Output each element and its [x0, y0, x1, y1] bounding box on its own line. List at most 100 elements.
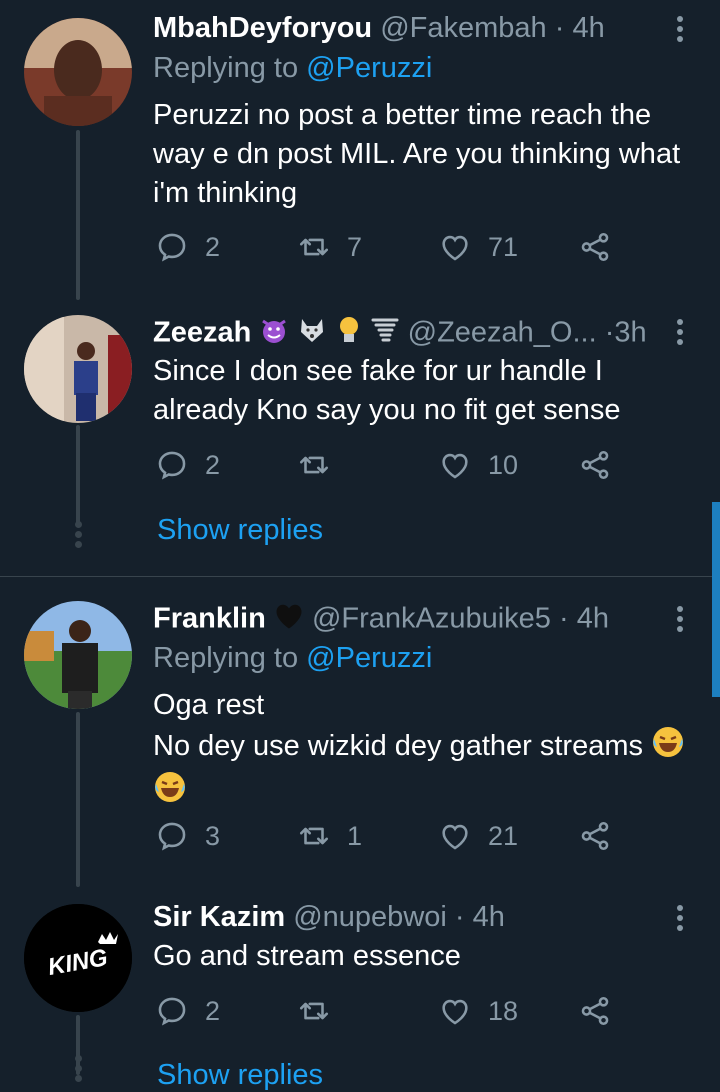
reply-button[interactable]: 2: [155, 448, 220, 482]
laughing-emoji-icon: [651, 725, 685, 770]
heart-icon: [438, 819, 472, 853]
action-bar: 2 10: [155, 448, 625, 488]
share-button[interactable]: [578, 230, 628, 264]
display-name[interactable]: Sir Kazim: [153, 901, 285, 933]
separator-dot: ·: [454, 901, 465, 933]
like-count: 10: [488, 449, 519, 480]
tweet[interactable]: Zeezah @Zeezah_O... ·3h Since I don see …: [0, 300, 720, 575]
avatar[interactable]: [24, 601, 132, 709]
retweet-button[interactable]: 7: [297, 230, 362, 264]
reply-to-link[interactable]: @Peruzzi: [306, 642, 432, 674]
reply-button[interactable]: 2: [155, 230, 220, 264]
show-replies-link[interactable]: Show replies: [157, 514, 323, 547]
reply-icon: [155, 994, 189, 1028]
share-icon: [578, 819, 612, 853]
reply-icon: [155, 230, 189, 264]
avatar[interactable]: KING: [24, 904, 132, 1012]
replying-to: Replying to @Peruzzi: [153, 642, 433, 674]
heart-icon: [438, 448, 472, 482]
retweet-button[interactable]: [297, 994, 347, 1028]
thread-continuation-dots: [73, 518, 83, 551]
devil-emoji-icon: [259, 315, 289, 353]
like-count: 71: [488, 231, 519, 262]
retweet-icon: [297, 819, 331, 853]
retweet-icon: [297, 230, 331, 264]
reply-button[interactable]: 2: [155, 994, 220, 1028]
tweet[interactable]: Franklin @FrankAzubuike5 · 4h Replying t…: [0, 577, 720, 887]
tweet[interactable]: MbahDeyforyou @Fakembah · 4h Replying to…: [0, 0, 720, 300]
handle[interactable]: @FrankAzubuike5: [312, 603, 551, 635]
display-name[interactable]: Zeezah: [153, 317, 251, 349]
tweet-header: Zeezah @Zeezah_O... ·3h: [153, 315, 647, 353]
share-icon: [578, 448, 612, 482]
laughing-emoji-icon: [153, 770, 187, 815]
timestamp[interactable]: 4h: [577, 603, 609, 635]
black-heart-emoji-icon: [274, 602, 304, 638]
reply-button[interactable]: 3: [155, 819, 220, 853]
reply-icon: [155, 448, 189, 482]
action-bar: 2 18: [155, 994, 625, 1034]
thread-line: [76, 425, 80, 525]
display-name[interactable]: MbahDeyforyou: [153, 12, 372, 44]
retweet-icon: [297, 448, 331, 482]
like-button[interactable]: 71: [438, 230, 518, 264]
reply-count: 2: [205, 995, 221, 1026]
avatar[interactable]: [24, 315, 132, 423]
like-count: 18: [488, 995, 519, 1026]
handle[interactable]: @nupebwoi: [293, 901, 447, 933]
separator-dot: ·: [604, 316, 615, 349]
thread-line: [76, 712, 80, 887]
heart-icon: [438, 994, 472, 1028]
action-bar: 3 1 21: [155, 819, 625, 859]
show-replies-link[interactable]: Show replies: [157, 1059, 323, 1092]
more-vertical-icon[interactable]: [668, 315, 692, 351]
timestamp[interactable]: 4h: [473, 901, 505, 933]
like-button[interactable]: 21: [438, 819, 518, 853]
tweet-text: Go and stream essence: [153, 940, 461, 972]
handle[interactable]: @Fakembah: [380, 12, 546, 44]
reply-icon: [155, 819, 189, 853]
timestamp[interactable]: 3h: [614, 317, 646, 349]
avatar[interactable]: [24, 18, 132, 126]
retweet-button[interactable]: 1: [297, 819, 362, 853]
separator-dot: ·: [554, 12, 565, 44]
share-button[interactable]: [578, 994, 628, 1028]
action-bar: 2 7 71: [155, 230, 625, 270]
display-name[interactable]: Franklin: [153, 603, 266, 635]
reply-count: 3: [205, 820, 221, 851]
timestamp[interactable]: 4h: [572, 12, 604, 44]
scrollbar[interactable]: [712, 502, 720, 697]
retweet-count: 1: [347, 820, 363, 851]
retweet-button[interactable]: [297, 448, 347, 482]
tweet-text: Since I don see fake for ur handle I alr…: [153, 355, 621, 426]
like-button[interactable]: 10: [438, 448, 518, 482]
reply-to-link[interactable]: @Peruzzi: [306, 52, 432, 84]
tweet-header: Franklin @FrankAzubuike5 · 4h: [153, 602, 609, 638]
share-button[interactable]: [578, 819, 628, 853]
tweet-text: Oga rest No dey use wizkid dey gather st…: [153, 686, 703, 815]
more-vertical-icon[interactable]: [668, 602, 692, 638]
retweet-count: 7: [347, 231, 363, 262]
share-icon: [578, 230, 612, 264]
tweet[interactable]: KING Sir Kazim @nupebwoi · 4h Go and str…: [0, 887, 720, 1091]
retweet-icon: [297, 994, 331, 1028]
tornado-emoji-icon: [370, 315, 400, 353]
thread-line: [76, 130, 80, 300]
tweet-header: Sir Kazim @nupebwoi · 4h: [153, 901, 505, 934]
like-button[interactable]: 18: [438, 994, 518, 1028]
share-icon: [578, 994, 612, 1028]
tweet-header: MbahDeyforyou @Fakembah · 4h: [153, 12, 605, 45]
reply-count: 2: [205, 449, 221, 480]
thread-continuation-dots: [73, 1052, 83, 1085]
more-vertical-icon[interactable]: [668, 12, 692, 48]
tweet-text: Peruzzi no post a better time reach the …: [153, 99, 681, 209]
share-button[interactable]: [578, 448, 628, 482]
reply-count: 2: [205, 231, 221, 262]
like-count: 21: [488, 820, 519, 851]
heart-icon: [438, 230, 472, 264]
more-vertical-icon[interactable]: [668, 901, 692, 937]
handle[interactable]: @Zeezah_O...: [408, 317, 597, 349]
lightbulb-emoji-icon: [336, 315, 362, 353]
separator-dot: ·: [559, 602, 569, 635]
replying-to: Replying to @Peruzzi: [153, 52, 433, 84]
